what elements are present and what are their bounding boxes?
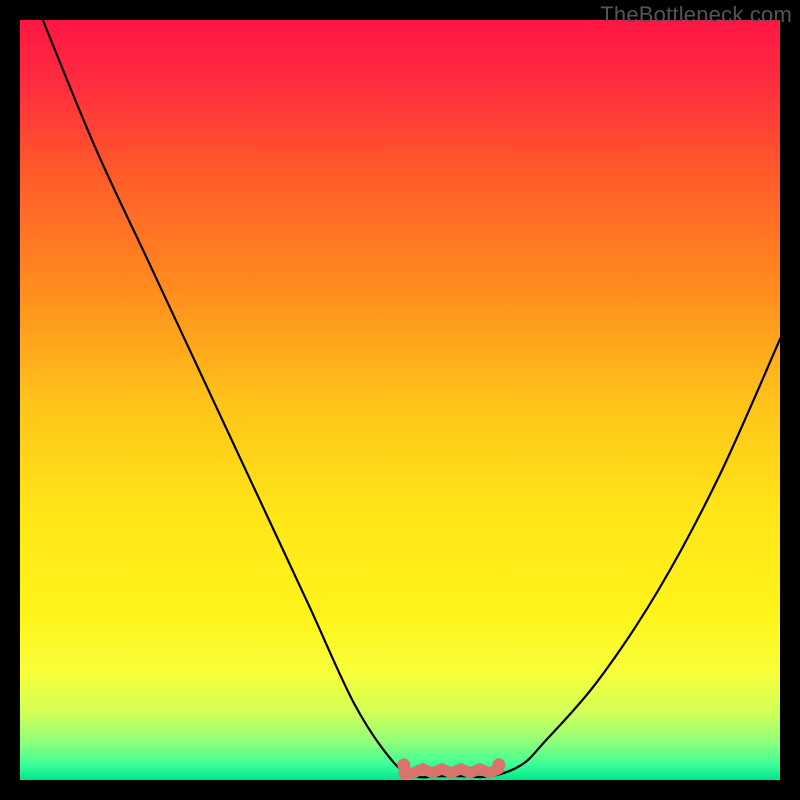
optimal-range-dot <box>492 758 505 771</box>
gradient-background <box>20 20 780 780</box>
bottleneck-chart <box>20 20 780 780</box>
optimal-range-marker <box>404 769 499 774</box>
optimal-range-dot <box>397 758 410 771</box>
watermark-text: TheBottleneck.com <box>600 2 792 28</box>
